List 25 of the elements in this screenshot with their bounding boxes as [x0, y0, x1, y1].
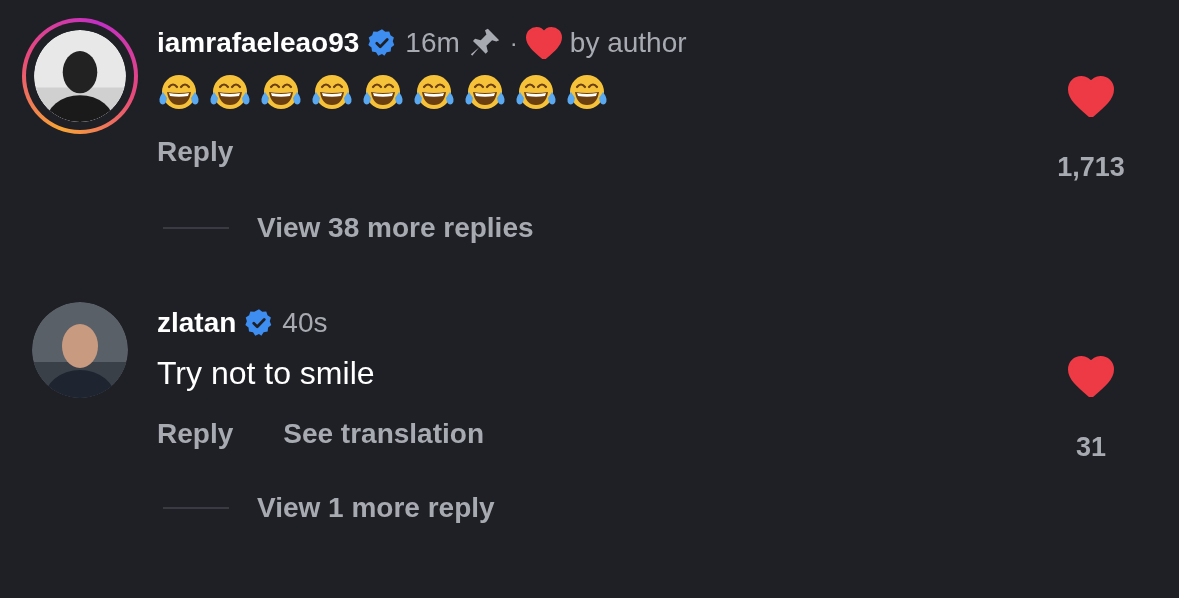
see-translation-link[interactable]: See translation [283, 412, 484, 455]
comment-text: Try not to smile [157, 353, 376, 393]
view-replies-link[interactable]: View 1 more reply [257, 486, 495, 529]
view-replies-link[interactable]: View 38 more replies [257, 206, 534, 249]
username[interactable]: zlatan [157, 301, 237, 344]
like-count: 1,713 [1057, 151, 1125, 185]
like-icon[interactable] [1068, 355, 1114, 398]
timestamp: 40s [282, 305, 328, 340]
laughing-face-icon [310, 72, 354, 112]
laughing-face-icon [361, 72, 405, 112]
like-count: 31 [1075, 431, 1106, 465]
laughing-face-icon [463, 72, 507, 112]
liked-by-author-label: by author [569, 26, 687, 60]
timestamp: 16m [405, 26, 460, 60]
laughing-face-icon [208, 72, 252, 112]
separator: · [509, 28, 518, 58]
laughing-face-icon [259, 72, 303, 112]
laughing-face-icon [565, 72, 609, 112]
laughing-face-icon [157, 72, 201, 112]
reply-link[interactable]: Reply [157, 131, 234, 173]
reply-link[interactable]: Reply [157, 412, 234, 455]
laughing-face-icon [514, 72, 558, 112]
laughing-face-icon [412, 72, 456, 112]
username[interactable]: iamrafaeleao93 [157, 22, 360, 64]
like-icon[interactable] [1068, 76, 1114, 118]
